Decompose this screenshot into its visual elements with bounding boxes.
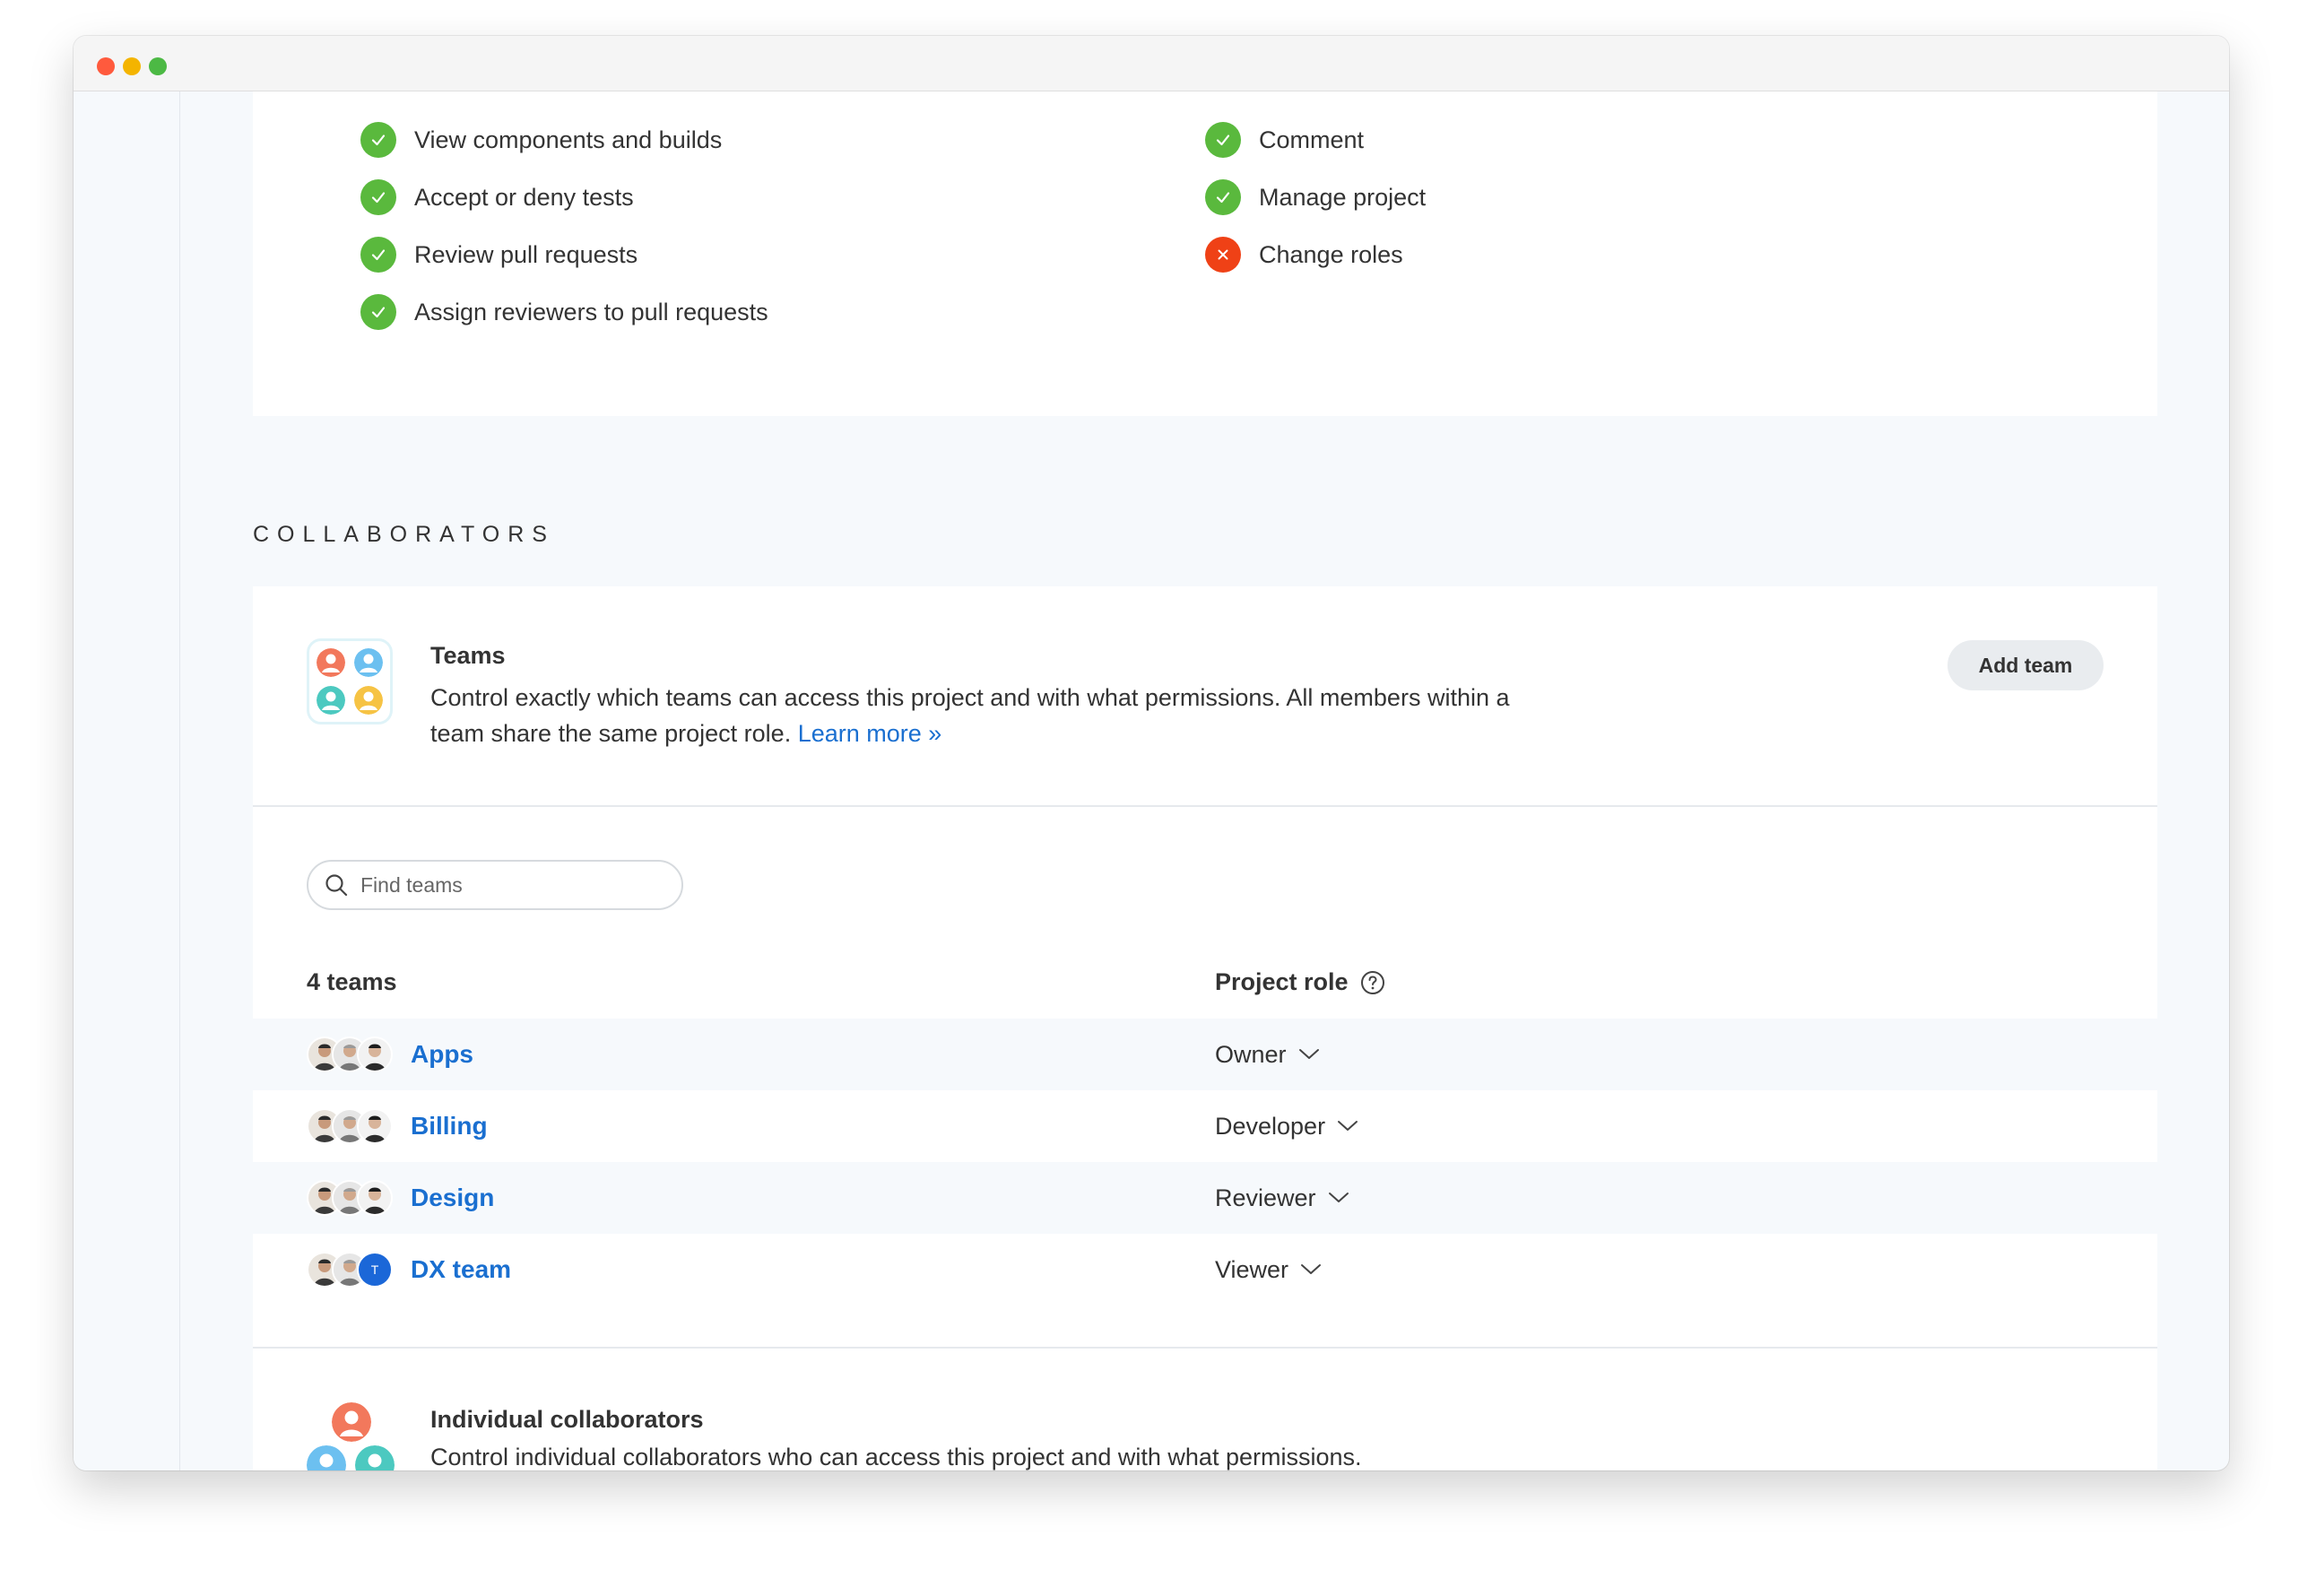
role-value: Developer — [1215, 1112, 1326, 1140]
permission-label: Comment — [1259, 126, 1365, 153]
role-value: Viewer — [1215, 1255, 1289, 1283]
window-titlebar — [74, 36, 2229, 91]
collaborators-section-heading: COLLABORATORS — [253, 522, 555, 547]
avatar-initial: T — [370, 1262, 379, 1277]
divider — [253, 805, 2157, 807]
team-avatars — [307, 1108, 396, 1144]
teams-description-text: Control exactly which teams can access t… — [430, 684, 1510, 747]
role-value: Reviewer — [1215, 1184, 1316, 1211]
team-row: T DX team Viewer — [253, 1234, 2157, 1305]
permission-item: Accept or deny tests — [360, 179, 634, 215]
page-content: View components and builds Accept or den… — [74, 91, 2229, 1470]
cross-icon — [1205, 237, 1241, 273]
chevron-down-icon — [1298, 1049, 1319, 1059]
add-team-button[interactable]: Add team — [1948, 640, 2104, 690]
collaborators-card: Teams Control exactly which teams can ac… — [253, 586, 2157, 1470]
team-link[interactable]: Apps — [411, 1037, 473, 1072]
check-icon — [1205, 179, 1241, 215]
chevron-down-icon — [1338, 1121, 1358, 1131]
teams-title: Teams — [430, 642, 506, 669]
person-icon — [332, 1402, 371, 1442]
team-avatars: T — [307, 1252, 396, 1288]
check-icon — [360, 179, 396, 215]
permission-item: Assign reviewers to pull requests — [360, 294, 768, 330]
maximize-window-button[interactable] — [149, 57, 167, 75]
team-avatars — [307, 1037, 396, 1072]
close-window-button[interactable] — [97, 57, 115, 75]
role-dropdown[interactable]: Owner — [1215, 1037, 1321, 1072]
initial-avatar: T — [357, 1252, 393, 1288]
permission-item: Manage project — [1205, 179, 1426, 215]
permission-item: View components and builds — [360, 122, 722, 158]
minimize-window-button[interactable] — [123, 57, 141, 75]
permission-item: Comment — [1205, 122, 1364, 158]
check-icon — [360, 122, 396, 158]
help-icon[interactable] — [1359, 969, 1386, 996]
team-link[interactable]: Design — [411, 1180, 494, 1216]
project-role-header: Project role — [1215, 968, 1386, 996]
teams-icon — [307, 638, 393, 724]
avatar — [357, 1180, 393, 1216]
team-link[interactable]: Billing — [411, 1108, 488, 1144]
team-row: Design Reviewer — [253, 1162, 2157, 1234]
team-row: Apps Owner — [253, 1019, 2157, 1090]
role-dropdown[interactable]: Viewer — [1215, 1252, 1323, 1288]
role-dropdown[interactable]: Reviewer — [1215, 1180, 1350, 1216]
permission-item: Review pull requests — [360, 237, 638, 273]
permission-label: Assign reviewers to pull requests — [414, 298, 768, 325]
chevron-down-icon — [1328, 1193, 1349, 1202]
project-role-header-label: Project role — [1215, 968, 1349, 995]
teams-count-header: 4 teams — [307, 968, 397, 995]
team-row: Billing Developer — [253, 1090, 2157, 1162]
permission-label: Accept or deny tests — [414, 183, 634, 211]
person-icon — [317, 686, 345, 715]
find-teams-search[interactable] — [307, 860, 683, 910]
person-icon — [317, 648, 345, 677]
teams-description: Control exactly which teams can access t… — [430, 680, 1524, 751]
permission-label: Review pull requests — [414, 240, 638, 268]
chevron-down-icon — [1301, 1264, 1322, 1274]
left-sidebar-rail — [74, 91, 180, 1470]
search-icon — [325, 874, 348, 897]
permission-item: Change roles — [1205, 237, 1403, 273]
permission-label: View components and builds — [414, 126, 723, 153]
permission-label: Change roles — [1259, 240, 1403, 268]
person-icon — [354, 686, 383, 715]
check-icon — [1205, 122, 1241, 158]
permission-label: Manage project — [1259, 183, 1427, 211]
person-icon — [355, 1445, 395, 1470]
role-value: Owner — [1215, 1040, 1287, 1068]
avatar — [357, 1108, 393, 1144]
avatar — [357, 1037, 393, 1072]
role-permissions-card: View components and builds Accept or den… — [253, 91, 2157, 416]
browser-window: View components and builds Accept or den… — [74, 36, 2229, 1470]
individual-collaborators-icon — [307, 1402, 396, 1470]
role-dropdown[interactable]: Developer — [1215, 1108, 1359, 1144]
person-icon — [307, 1445, 346, 1470]
team-link[interactable]: DX team — [411, 1252, 511, 1288]
person-icon — [354, 648, 383, 677]
learn-more-link[interactable]: Learn more » — [798, 720, 942, 747]
check-icon — [360, 237, 396, 273]
divider — [253, 1347, 2157, 1349]
check-icon — [360, 294, 396, 330]
individual-collaborators-description: Control individual collaborators who can… — [430, 1444, 1362, 1470]
individual-collaborators-title: Individual collaborators — [430, 1406, 704, 1433]
team-avatars — [307, 1180, 396, 1216]
search-input[interactable] — [360, 872, 665, 898]
